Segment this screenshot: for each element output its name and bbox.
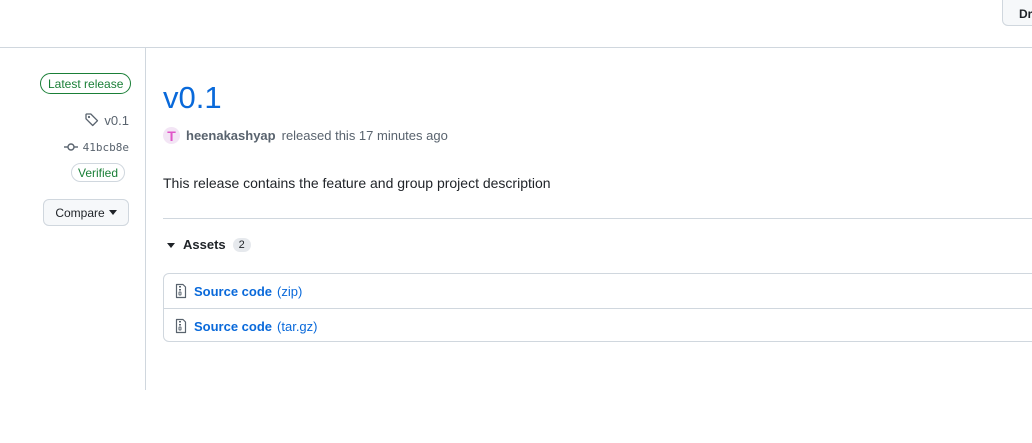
commit-hash: 41bcb8e: [82, 140, 129, 154]
release-author-row: T heenakashyap released this 17 minutes …: [163, 127, 448, 144]
verified-badge[interactable]: Verified: [71, 163, 126, 182]
sidebar-divider: [145, 48, 146, 390]
draft-button[interactable]: Draft: [1002, 0, 1032, 26]
top-bar: Draft: [0, 0, 1032, 48]
asset-item[interactable]: Source code (tar.gz): [164, 308, 1032, 343]
tag-link[interactable]: v0.1: [84, 112, 129, 128]
assets-toggle[interactable]: Assets 2: [166, 237, 251, 252]
commit-link[interactable]: 41bcb8e: [63, 139, 129, 155]
release-title[interactable]: v0.1: [163, 78, 222, 118]
compare-button[interactable]: Compare: [43, 199, 129, 226]
triangle-down-icon: [166, 240, 176, 250]
divider: [163, 218, 1032, 219]
compare-label: Compare: [55, 205, 105, 220]
caret-down-icon: [108, 209, 117, 216]
file-zip-icon: [173, 283, 189, 299]
assets-label: Assets: [183, 237, 226, 252]
commit-icon: [63, 139, 79, 155]
asset-item[interactable]: Source code (zip): [164, 274, 1032, 308]
assets-list: Source code (zip) Source code (tar.gz): [163, 273, 1032, 342]
assets-count: 2: [232, 237, 251, 252]
author-name[interactable]: heenakashyap: [186, 128, 276, 143]
avatar[interactable]: T: [163, 127, 180, 144]
asset-ext: (zip): [277, 283, 303, 299]
asset-link[interactable]: Source code: [194, 319, 272, 334]
asset-link[interactable]: Source code: [194, 284, 272, 299]
tag-label: v0.1: [104, 112, 129, 128]
latest-release-badge: Latest release: [40, 73, 132, 94]
file-zip-icon: [173, 318, 189, 334]
asset-ext: (tar.gz): [277, 318, 318, 334]
tag-icon: [84, 112, 100, 128]
released-text: released this 17 minutes ago: [281, 128, 448, 143]
release-description: This release contains the feature and gr…: [163, 175, 551, 191]
